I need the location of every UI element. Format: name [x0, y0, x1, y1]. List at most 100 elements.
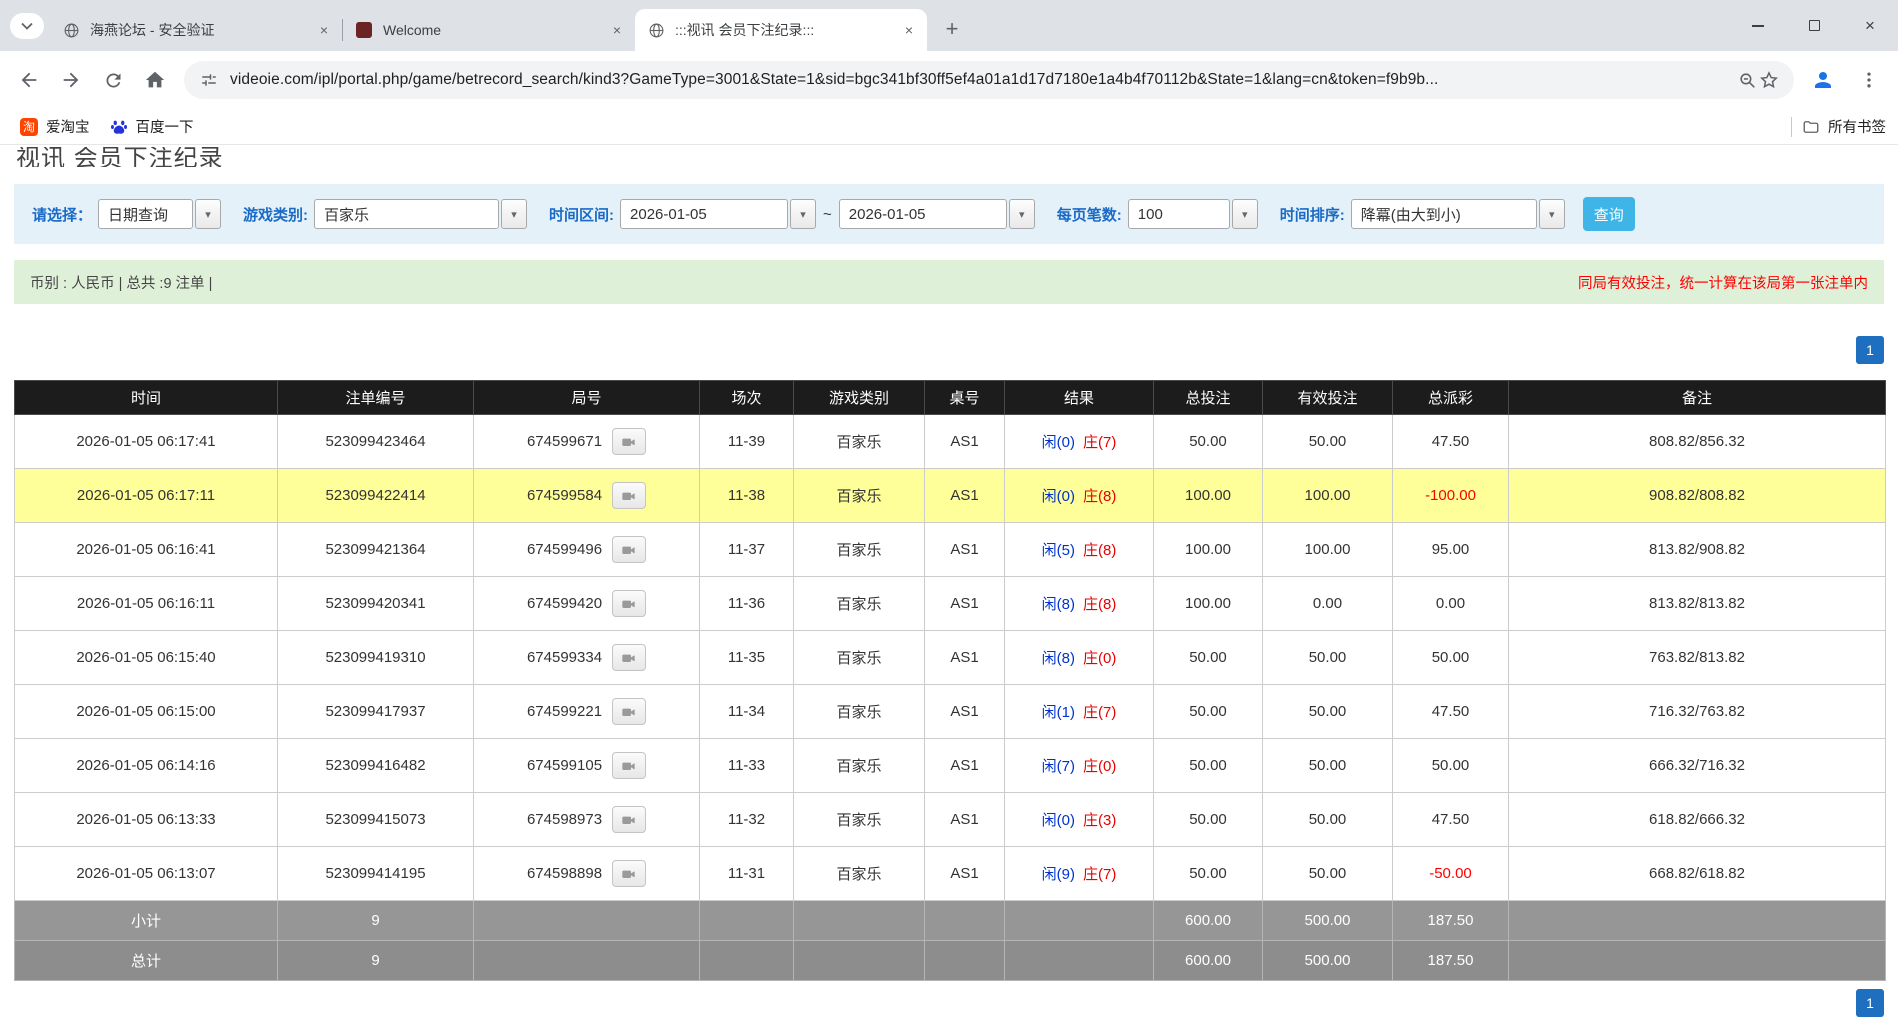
date-from-value[interactable]: 2026-01-05 — [620, 199, 788, 229]
replay-video-button[interactable] — [612, 698, 646, 725]
per-page-value[interactable]: 100 — [1128, 199, 1230, 229]
cell-total-bet-link[interactable]: 50.00 — [1154, 739, 1263, 793]
replay-video-button[interactable] — [612, 590, 646, 617]
cell-total-bet-link[interactable]: 100.00 — [1154, 469, 1263, 523]
replay-video-button[interactable] — [612, 428, 646, 455]
tab-welcome[interactable]: Welcome × — [343, 9, 635, 51]
valid-bet-notice: 同局有效投注，统一计算在该局第一张注单内 — [1578, 272, 1868, 293]
bookmark-star-icon[interactable] — [1758, 69, 1780, 91]
col-header-game-type: 游戏类别 — [794, 381, 925, 415]
all-bookmarks-button[interactable]: 所有书签 — [1802, 116, 1886, 137]
date-from-select[interactable]: 2026-01-05 ▾ — [620, 199, 816, 229]
minimize-button[interactable] — [1730, 0, 1786, 51]
cell-total-bet-link[interactable]: 50.00 — [1154, 415, 1263, 469]
cell-table-no: AS1 — [925, 523, 1005, 577]
page-1-button[interactable]: 1 — [1856, 336, 1884, 364]
close-window-button[interactable]: × — [1842, 0, 1898, 51]
cell-valid-bet: 50.00 — [1263, 685, 1393, 739]
cell-total-bet-link[interactable]: 50.00 — [1154, 847, 1263, 901]
globe-favicon-icon — [647, 21, 665, 39]
url-bar[interactable]: videoie.com/ipl/portal.php/game/betrecor… — [184, 61, 1794, 99]
dropdown-arrow-icon[interactable]: ▾ — [1232, 199, 1258, 229]
banker-result: 庄(8) — [1083, 488, 1116, 505]
cell-order-no: 523099422414 — [278, 469, 474, 523]
round-no-text: 674599584 — [527, 487, 602, 504]
cell-game-type: 百家乐 — [794, 469, 925, 523]
replay-video-button[interactable] — [612, 482, 646, 509]
cell-total-bet-link[interactable]: 50.00 — [1154, 685, 1263, 739]
back-button[interactable] — [8, 59, 50, 101]
menu-button[interactable] — [1848, 59, 1890, 101]
replay-video-button[interactable] — [612, 860, 646, 887]
bookmark-baidu[interactable]: 百度一下 — [100, 112, 204, 141]
dropdown-arrow-icon[interactable]: ▾ — [1009, 199, 1035, 229]
dropdown-arrow-icon[interactable]: ▾ — [501, 199, 527, 229]
search-button[interactable]: 查询 — [1583, 197, 1635, 231]
zoom-indicator-icon[interactable] — [1736, 69, 1758, 91]
all-bookmarks-label: 所有书签 — [1828, 116, 1886, 137]
player-result: 闲(5) — [1042, 542, 1075, 559]
cell-time: 2026-01-05 06:13:33 — [15, 793, 278, 847]
player-result: 闲(8) — [1042, 596, 1075, 613]
cell-total-bet-link[interactable]: 100.00 — [1154, 523, 1263, 577]
forward-button[interactable] — [50, 59, 92, 101]
cell-order-no: 523099415073 — [278, 793, 474, 847]
cell-session: 11-31 — [700, 847, 794, 901]
banker-result: 庄(8) — [1083, 542, 1116, 559]
cell-round-no: 674599584 — [474, 469, 700, 523]
home-button[interactable] — [134, 59, 176, 101]
welcome-favicon-icon — [355, 21, 373, 39]
video-camera-icon — [621, 596, 637, 612]
cell-total-bet-link[interactable]: 50.00 — [1154, 631, 1263, 685]
cell-order-no: 523099416482 — [278, 739, 474, 793]
cell-payout: -100.00 — [1393, 469, 1509, 523]
cell-payout: 50.00 — [1393, 739, 1509, 793]
query-type-value[interactable]: 日期查询 — [98, 199, 193, 229]
tab-close-icon[interactable]: × — [314, 20, 334, 40]
replay-video-button[interactable] — [612, 752, 646, 779]
tab-haiyan-forum[interactable]: 海燕论坛 - 安全验证 × — [50, 9, 342, 51]
date-range-separator: ~ — [823, 206, 832, 223]
dropdown-arrow-icon[interactable]: ▾ — [195, 199, 221, 229]
tab-close-icon[interactable]: × — [607, 20, 627, 40]
dropdown-arrow-icon[interactable]: ▾ — [790, 199, 816, 229]
sort-order-value[interactable]: 降冪(由大到小) — [1351, 199, 1537, 229]
reload-button[interactable] — [92, 59, 134, 101]
cell-total-bet-link[interactable]: 100.00 — [1154, 577, 1263, 631]
new-tab-button[interactable]: + — [935, 12, 969, 46]
summary-row: 总计 9 600.00 500.00 187.50 — [15, 941, 1886, 981]
date-to-select[interactable]: 2026-01-05 ▾ — [839, 199, 1035, 229]
cell-total-bet-link[interactable]: 50.00 — [1154, 793, 1263, 847]
maximize-button[interactable] — [1786, 0, 1842, 51]
page-1-button[interactable]: 1 — [1856, 989, 1884, 1017]
cell-payout: 50.00 — [1393, 631, 1509, 685]
cell-order-no: 523099417937 — [278, 685, 474, 739]
tab-search-button[interactable] — [10, 13, 44, 39]
profile-avatar[interactable] — [1802, 59, 1844, 101]
cell-session: 11-39 — [700, 415, 794, 469]
table-row: 2026-01-05 06:16:41 523099421364 6745994… — [15, 523, 1886, 577]
per-page-select[interactable]: 100 ▾ — [1128, 199, 1258, 229]
game-type-select[interactable]: 百家乐 ▾ — [314, 199, 527, 229]
replay-video-button[interactable] — [612, 644, 646, 671]
cell-note: 808.82/856.32 — [1509, 415, 1886, 469]
round-no-text: 674598973 — [527, 811, 602, 828]
tab-close-icon[interactable]: × — [899, 20, 919, 40]
sort-order-select[interactable]: 降冪(由大到小) ▾ — [1351, 199, 1565, 229]
dropdown-arrow-icon[interactable]: ▾ — [1539, 199, 1565, 229]
replay-video-button[interactable] — [612, 806, 646, 833]
cell-game-type: 百家乐 — [794, 523, 925, 577]
tab-bet-records-active[interactable]: :::视讯 会员下注纪录::: × — [635, 9, 927, 51]
banker-result: 庄(0) — [1083, 650, 1116, 667]
date-to-value[interactable]: 2026-01-05 — [839, 199, 1007, 229]
round-no-text: 674599334 — [527, 649, 602, 666]
game-type-value[interactable]: 百家乐 — [314, 199, 499, 229]
site-info-icon[interactable] — [198, 69, 220, 91]
bookmark-taobao[interactable]: 淘 爱淘宝 — [10, 112, 100, 141]
bet-records-table: 时间 注单编号 局号 场次 游戏类别 桌号 结果 总投注 有效投注 总派彩 备注… — [14, 380, 1886, 981]
url-text[interactable]: videoie.com/ipl/portal.php/game/betrecor… — [230, 71, 1726, 89]
cell-round-no: 674599496 — [474, 523, 700, 577]
summary-valid-bet: 500.00 — [1263, 901, 1393, 941]
query-type-select[interactable]: 日期查询 ▾ — [98, 199, 221, 229]
replay-video-button[interactable] — [612, 536, 646, 563]
